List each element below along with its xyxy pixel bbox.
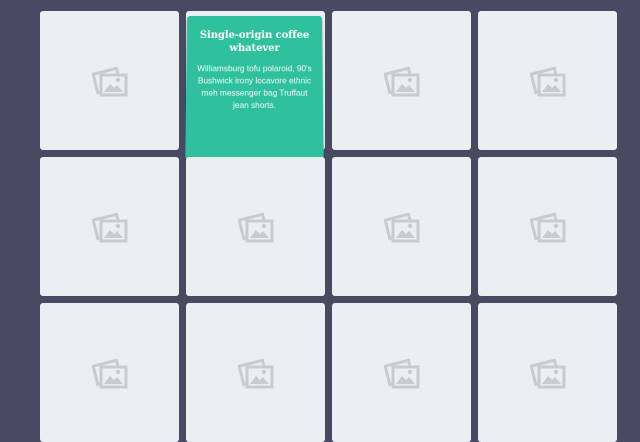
gallery-tile-9[interactable]: [40, 303, 179, 442]
image-placeholder-icon: [529, 65, 566, 97]
image-placeholder-icon: [383, 65, 420, 97]
gallery-tile-2[interactable]: Single-origin coffee whatever Williamsbu…: [185, 11, 325, 160]
image-placeholder-icon: [237, 357, 274, 389]
image-gallery-grid: Single-origin coffee whatever Williamsbu…: [40, 11, 617, 442]
gallery-tile-10[interactable]: [186, 303, 325, 442]
gallery-tile-11[interactable]: [332, 303, 471, 442]
caption-description: Williamsburg tofu polaroid, 90's Bushwic…: [197, 64, 312, 111]
image-placeholder-icon: [383, 211, 420, 243]
image-placeholder-icon: [91, 357, 128, 389]
gallery-tile-4[interactable]: [478, 11, 617, 150]
image-placeholder-icon: [529, 211, 566, 243]
tile-hover-caption[interactable]: Single-origin coffee whatever Williamsbu…: [185, 16, 324, 160]
gallery-tile-1[interactable]: [40, 11, 179, 150]
image-placeholder-icon: [91, 65, 128, 97]
gallery-tile-6[interactable]: [186, 157, 325, 296]
gallery-tile-8[interactable]: [478, 157, 617, 296]
image-placeholder-icon: [383, 357, 420, 389]
gallery-tile-5[interactable]: [40, 157, 179, 296]
image-placeholder-icon: [529, 357, 566, 389]
gallery-tile-7[interactable]: [332, 157, 471, 296]
gallery-tile-3[interactable]: [332, 11, 471, 150]
gallery-tile-12[interactable]: [478, 303, 617, 442]
caption-title: Single-origin coffee whatever: [199, 29, 310, 55]
image-placeholder-icon: [237, 211, 274, 243]
image-placeholder-icon: [91, 211, 128, 243]
